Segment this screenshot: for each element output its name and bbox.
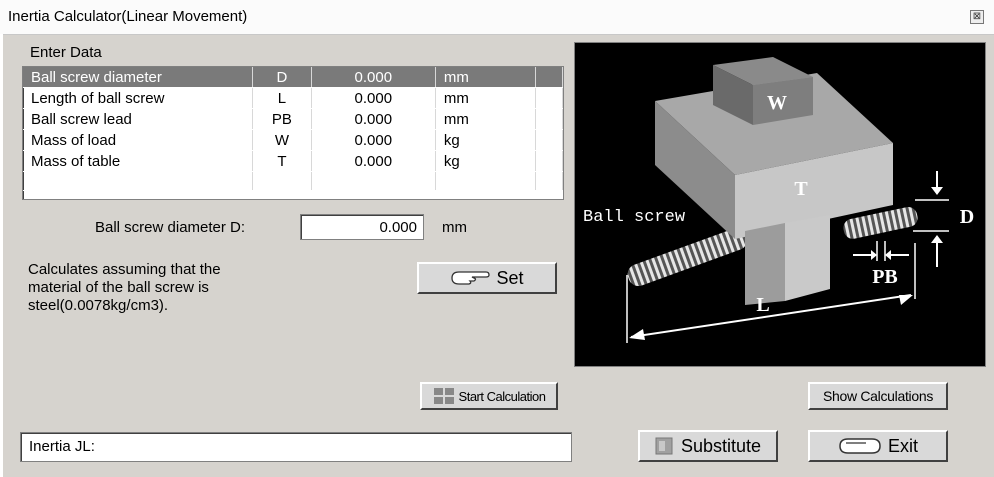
table-row[interactable]: Mass of load W 0.000 kg	[23, 129, 563, 151]
material-note: Calculates assuming that the material of…	[28, 261, 221, 315]
show-calculations-button[interactable]: Show Calculations	[808, 382, 948, 410]
substitute-icon	[655, 437, 673, 455]
substitute-label: Substitute	[680, 435, 762, 456]
ball-screw-label: Ball screw	[583, 208, 686, 227]
set-button[interactable]: Set	[417, 262, 557, 294]
d-label: D	[960, 206, 974, 228]
hand-pointer-icon	[451, 271, 491, 285]
set-label: Set	[496, 267, 524, 288]
empty-cell	[252, 171, 312, 191]
data-grid[interactable]: Ball screw diameter D 0.000 mm Length of bal…	[22, 66, 564, 200]
row-name-cell: Ball screw lead	[23, 108, 254, 130]
row-name-cell: Mass of table	[23, 150, 254, 172]
row-symbol-cell: D	[252, 67, 312, 88]
row-unit-cell: mm	[435, 67, 537, 88]
row-unit-cell: kg	[435, 150, 537, 172]
inertia-label: Inertia JL:	[29, 438, 95, 455]
table-row[interactable]: Mass of table T 0.000 kg	[23, 150, 563, 172]
row-value-cell: 0.000	[311, 129, 436, 151]
start-calculation-label: Start Calculation	[458, 388, 546, 404]
calculator-icon	[433, 388, 454, 404]
empty-row	[23, 171, 563, 191]
note-line: material of the ball screw is	[28, 279, 209, 296]
note-line: Calculates assuming that the	[28, 261, 221, 278]
enter-data-label: Enter Data	[30, 44, 102, 61]
row-unit-cell: kg	[435, 129, 537, 151]
field-unit: mm	[442, 219, 467, 236]
empty-cell	[435, 171, 537, 191]
window-title: Inertia Calculator(Linear Movement)	[8, 8, 248, 25]
row-pad-cell	[535, 129, 563, 151]
table-row[interactable]: Length of ball screw L 0.000 mm	[23, 87, 563, 109]
start-calculation-button[interactable]: Start Calculation	[420, 382, 558, 410]
exit-hand-icon	[839, 438, 881, 454]
title-bar: Inertia Calculator(Linear Movement) ⊠	[0, 0, 994, 35]
row-name-cell: Ball screw diameter	[23, 67, 254, 88]
row-name-cell: Length of ball screw	[23, 87, 254, 109]
window-frame	[0, 34, 3, 477]
diameter-input[interactable]: 0.000	[300, 214, 424, 240]
pb-label: PB	[872, 266, 898, 288]
row-pad-cell	[535, 150, 563, 172]
row-symbol-cell: W	[252, 129, 312, 151]
pillar-front	[785, 215, 830, 301]
pillar-left	[745, 223, 785, 305]
row-symbol-cell: L	[252, 87, 312, 109]
diagram-svg: W T Ball screw D PB L	[583, 57, 974, 343]
row-pad-cell	[535, 67, 563, 88]
exit-button[interactable]: Exit	[808, 430, 948, 462]
empty-cell	[311, 171, 436, 191]
w-label: W	[767, 92, 787, 114]
row-pad-cell	[535, 108, 563, 130]
close-icon[interactable]: ⊠	[970, 10, 984, 24]
ball-screw-diagram: W T Ball screw D PB L	[574, 42, 986, 367]
row-symbol-cell: T	[252, 150, 312, 172]
table-row[interactable]: Ball screw lead PB 0.000 mm	[23, 108, 563, 130]
l-label: L	[756, 294, 769, 316]
row-value-cell: 0.000	[311, 150, 436, 172]
row-value-cell: 0.000	[311, 67, 436, 88]
row-unit-cell: mm	[435, 108, 537, 130]
table-row[interactable]: Ball screw diameter D 0.000 mm	[23, 67, 563, 88]
row-value-cell: 0.000	[311, 108, 436, 130]
inertia-result-field: Inertia JL:	[20, 432, 572, 462]
row-pad-cell	[535, 87, 563, 109]
exit-label: Exit	[887, 435, 918, 456]
row-unit-cell: mm	[435, 87, 537, 109]
t-label: T	[794, 178, 808, 200]
show-calculations-label: Show Calculations	[822, 388, 934, 404]
empty-cell	[23, 171, 254, 191]
row-symbol-cell: PB	[252, 108, 312, 130]
field-label: Ball screw diameter D:	[95, 219, 246, 236]
row-name-cell: Mass of load	[23, 129, 254, 151]
row-value-cell: 0.000	[311, 87, 436, 109]
substitute-button[interactable]: Substitute	[638, 430, 778, 462]
empty-cell	[535, 171, 563, 191]
note-line: steel(0.0078kg/cm3).	[28, 297, 169, 314]
